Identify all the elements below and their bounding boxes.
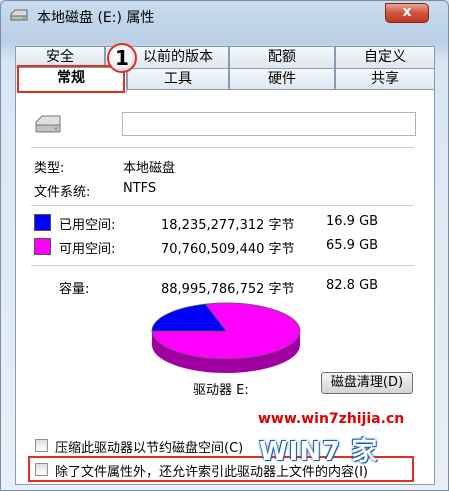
watermark-url: www.win7zhijia.cn <box>258 411 405 427</box>
tab-sharing[interactable]: 共享 <box>335 68 435 90</box>
compress-checkbox[interactable] <box>35 439 48 452</box>
tab-hardware[interactable]: 硬件 <box>229 68 335 90</box>
capacity-size: 82.8 GB <box>326 278 379 293</box>
used-space-swatch <box>34 214 51 231</box>
filesystem-label: 文件系统: <box>34 185 91 200</box>
highlight-general-tab <box>17 65 125 93</box>
window-title: 本地磁盘 (E:) 属性 <box>37 10 155 26</box>
free-space-bytes: 70,760,509,440 字节 <box>161 242 295 257</box>
drive-letter-label: 驱动器 E: <box>193 383 249 398</box>
watermark-logo: WIN7 家 <box>259 437 379 467</box>
hard-drive-icon <box>35 115 61 133</box>
drive-label-input[interactable] <box>122 112 416 136</box>
capacity-label: 容量: <box>59 282 90 297</box>
step-callout: 1 <box>107 43 137 73</box>
filesystem-value: NTFS <box>123 181 157 196</box>
used-space-size: 16.9 GB <box>326 214 379 229</box>
separator <box>31 205 414 206</box>
separator <box>31 265 414 266</box>
free-space-swatch <box>34 238 51 255</box>
free-space-size: 65.9 GB <box>326 238 379 253</box>
separator <box>31 147 414 148</box>
disk-cleanup-button[interactable]: 磁盘清理(D) <box>321 372 413 394</box>
title-bar: 本地磁盘 (E:) 属性 x <box>1 1 448 31</box>
tab-customize[interactable]: 自定义 <box>335 46 435 68</box>
disk-usage-pie <box>151 302 301 373</box>
tab-quota[interactable]: 配额 <box>229 46 335 68</box>
drive-icon <box>10 9 28 21</box>
close-button[interactable]: x <box>385 3 429 23</box>
used-space-label: 已用空间: <box>59 218 116 233</box>
properties-window: 本地磁盘 (E:) 属性 x 安全 以前的版本 配额 自定义 常规 工具 硬件 … <box>0 0 449 491</box>
used-space-bytes: 18,235,277,312 字节 <box>161 218 295 233</box>
type-value: 本地磁盘 <box>123 161 176 176</box>
tab-tools[interactable]: 工具 <box>127 68 229 90</box>
close-icon: x <box>402 4 412 20</box>
compress-option-label: 压缩此驱动器以节约磁盘空间(C) <box>55 441 244 456</box>
type-label: 类型: <box>34 161 65 176</box>
free-space-label: 可用空间: <box>59 242 116 257</box>
